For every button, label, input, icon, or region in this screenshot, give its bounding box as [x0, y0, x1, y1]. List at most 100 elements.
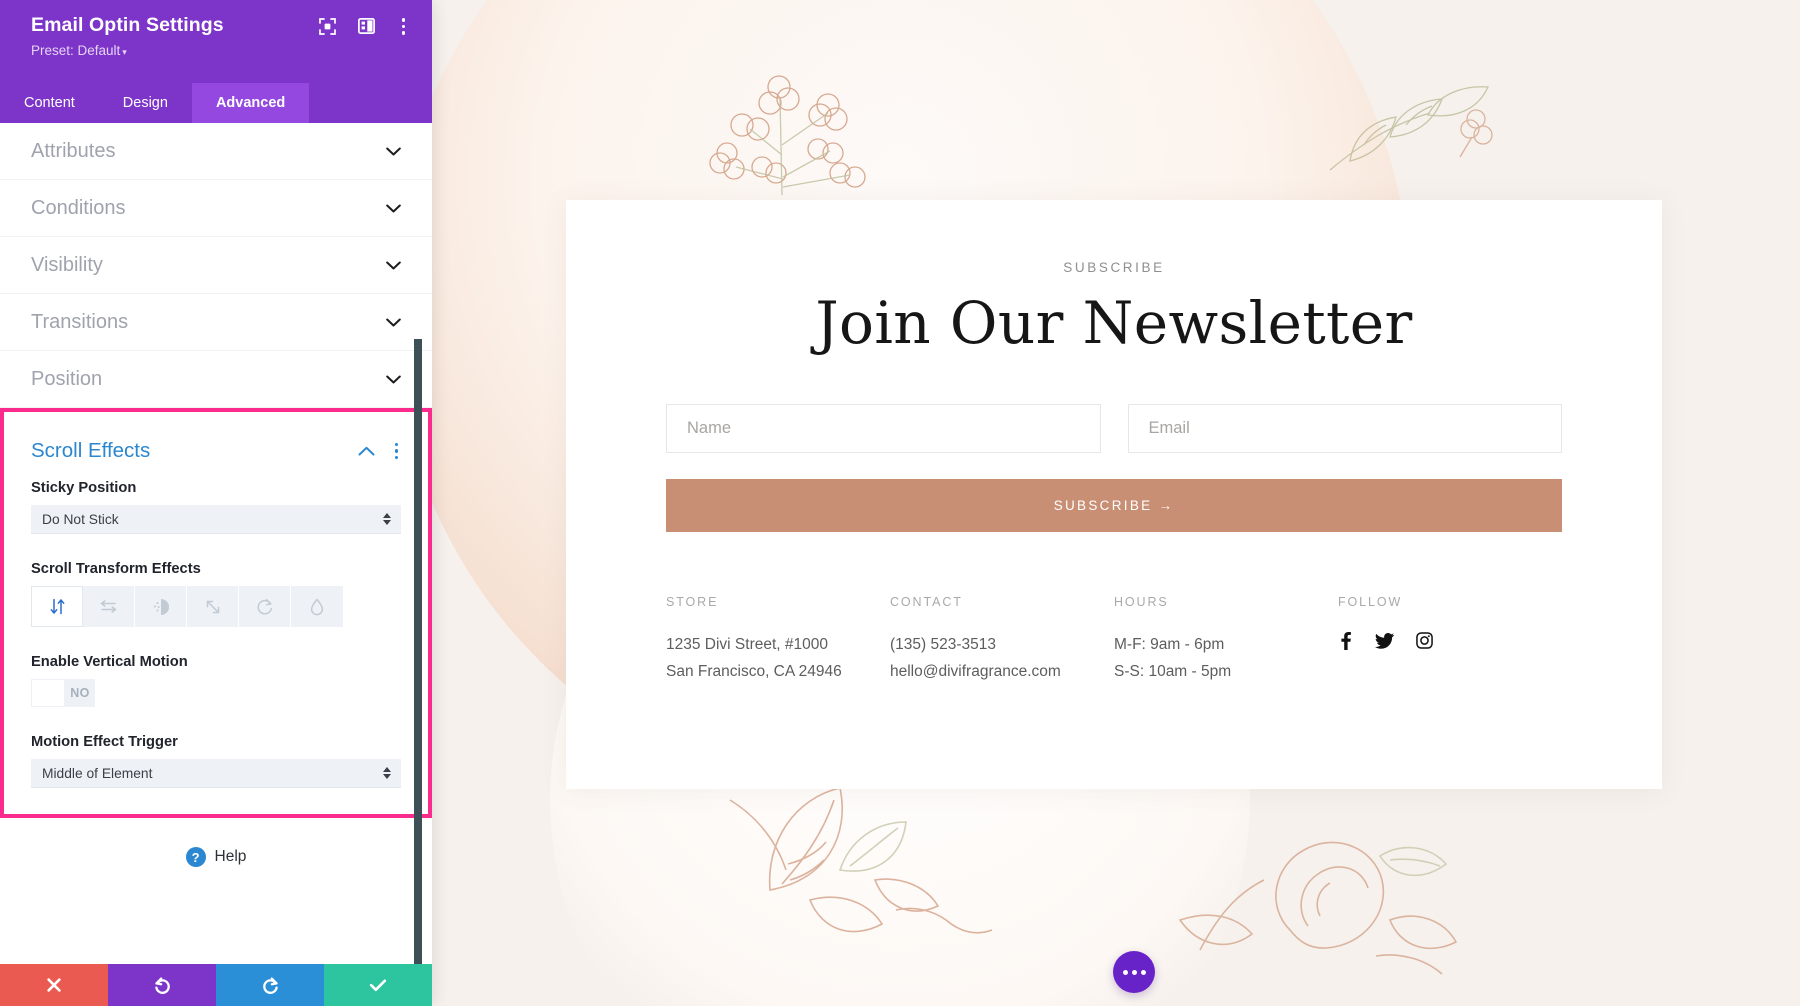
chevron-up-icon[interactable] [358, 446, 375, 456]
accordion-transitions[interactable]: Transitions [0, 294, 432, 351]
info-columns: STORE 1235 Divi Street, #1000 San Franci… [666, 595, 1562, 685]
info-column-store: STORE 1235 Divi Street, #1000 San Franci… [666, 595, 890, 685]
redo-button[interactable] [216, 964, 324, 1006]
module-settings-panel: Email Optin Settings Preset: Default ▾ C… [0, 0, 432, 1006]
help-circle-icon: ? [185, 847, 206, 867]
name-input[interactable] [666, 403, 1101, 453]
sticky-position-value: Do Not Stick [42, 511, 119, 527]
optin-form: SUBSCRIBE → [666, 403, 1562, 532]
ellipsis-icon [1122, 969, 1128, 975]
twitter-icon[interactable] [1375, 632, 1394, 649]
chevron-down-icon [386, 204, 401, 212]
redo-icon [262, 976, 278, 994]
panel-body: Attributes Conditions Visibility Transit… [0, 123, 432, 964]
enable-vertical-motion-toggle[interactable]: NO [31, 679, 95, 707]
scroll-transform-effects-toolbar [31, 586, 401, 627]
chevron-down-icon: ▾ [122, 47, 127, 57]
blur-icon[interactable] [291, 586, 343, 627]
ellipsis-icon [1140, 969, 1146, 975]
tab-content[interactable]: Content [0, 83, 99, 123]
cancel-button[interactable] [0, 964, 108, 1006]
subscribe-button[interactable]: SUBSCRIBE → [666, 478, 1562, 532]
info-line: S-S: 10am - 5pm [1114, 662, 1232, 680]
panel-footer-actions [0, 964, 432, 1006]
chevron-down-icon [386, 147, 401, 155]
info-column-hours: HOURS M-F: 9am - 6pm S-S: 10am - 5pm [1114, 595, 1338, 685]
info-column-heading: CONTACT [890, 594, 963, 609]
scroll-effects-body: Sticky Position Do Not Stick Scroll Tran… [4, 463, 428, 814]
help-button[interactable]: ? Help [0, 818, 432, 867]
info-line: 1235 Divi Street, #1000 [666, 635, 828, 653]
scaling-up-down-icon[interactable] [187, 586, 239, 627]
ellipsis-icon [1131, 969, 1137, 975]
tab-advanced[interactable]: Advanced [191, 83, 310, 123]
scroll-effects-actions [358, 441, 402, 461]
accordion-position[interactable]: Position [0, 351, 432, 408]
close-icon [47, 978, 61, 992]
enable-vertical-motion-label: Enable Vertical Motion [31, 654, 188, 670]
select-arrows-icon [383, 513, 391, 525]
info-line: San Francisco, CA 24946 [666, 662, 842, 680]
motion-effect-trigger-select[interactable]: Middle of Element [31, 759, 401, 788]
undo-icon [154, 976, 170, 994]
social-links [1338, 631, 1562, 650]
accordion-label: Attributes [31, 139, 116, 162]
optin-title: Join Our Newsletter [815, 289, 1413, 357]
scroll-effects-header[interactable]: Scroll Effects [4, 412, 428, 463]
sticky-position-label: Sticky Position [31, 480, 137, 496]
panel-scroll-area: Attributes Conditions Visibility Transit… [0, 123, 432, 964]
toggle-value: NO [70, 686, 90, 700]
check-icon [369, 979, 387, 992]
accordion-label: Position [31, 367, 103, 390]
scroll-effects-title: Scroll Effects [31, 439, 151, 462]
undo-button[interactable] [108, 964, 216, 1006]
preset-selector[interactable]: Preset: Default ▾ [31, 43, 414, 58]
info-line: (135) 523-3513 [890, 635, 996, 653]
horizontal-motion-icon[interactable] [83, 586, 135, 627]
info-line: M-F: 9am - 6pm [1114, 635, 1225, 653]
more-options-icon[interactable] [391, 441, 402, 461]
motion-effect-trigger-label: Motion Effect Trigger [31, 734, 178, 750]
accordion-label: Visibility [31, 253, 103, 276]
page-settings-fab[interactable] [1113, 951, 1155, 993]
chevron-down-icon [386, 318, 401, 326]
motion-effect-trigger-value: Middle of Element [42, 765, 153, 781]
chevron-down-icon [386, 375, 401, 383]
info-line: hello@divifragrance.com [890, 662, 1061, 680]
email-input[interactable] [1127, 403, 1562, 453]
info-column-contact: CONTACT (135) 523-3513 hello@divifragran… [890, 595, 1114, 685]
help-label: Help [214, 848, 247, 865]
panel-header-actions [318, 16, 411, 37]
layout-toggle-icon[interactable] [357, 18, 375, 35]
more-options-icon[interactable] [397, 16, 411, 37]
sticky-position-select[interactable]: Do Not Stick [31, 505, 401, 534]
toggle-knob [32, 680, 64, 706]
vertical-motion-icon[interactable] [31, 586, 83, 627]
info-column-follow: FOLLOW [1338, 595, 1562, 685]
accordion-label: Conditions [31, 196, 126, 219]
info-column-heading: FOLLOW [1338, 594, 1403, 609]
panel-scrollbar[interactable] [414, 339, 422, 964]
accordion-visibility[interactable]: Visibility [0, 237, 432, 294]
optin-eyebrow: SUBSCRIBE [1063, 260, 1165, 275]
scroll-effects-section: Scroll Effects Sticky Position Do Not St… [0, 408, 432, 818]
preset-label: Preset: Default [31, 43, 121, 58]
panel-tabs: Content Design Advanced [0, 83, 432, 123]
panel-header: Email Optin Settings Preset: Default ▾ [0, 0, 432, 83]
save-button[interactable] [324, 964, 432, 1006]
tab-design[interactable]: Design [99, 83, 192, 123]
fullscreen-icon[interactable] [318, 17, 336, 35]
info-column-heading: HOURS [1114, 594, 1169, 609]
accordion-conditions[interactable]: Conditions [0, 180, 432, 237]
rotating-icon[interactable] [239, 586, 291, 627]
email-optin-module[interactable]: SUBSCRIBE Join Our Newsletter SUBSCRIBE … [566, 200, 1662, 789]
accordion-label: Transitions [31, 310, 129, 333]
accordion-attributes[interactable]: Attributes [0, 123, 432, 180]
optin-field-row [666, 403, 1562, 453]
chevron-down-icon [386, 261, 401, 269]
facebook-icon[interactable] [1338, 631, 1353, 650]
select-arrows-icon [383, 767, 391, 779]
info-column-heading: STORE [666, 594, 719, 609]
instagram-icon[interactable] [1416, 632, 1433, 650]
fading-in-out-icon[interactable] [135, 586, 187, 627]
